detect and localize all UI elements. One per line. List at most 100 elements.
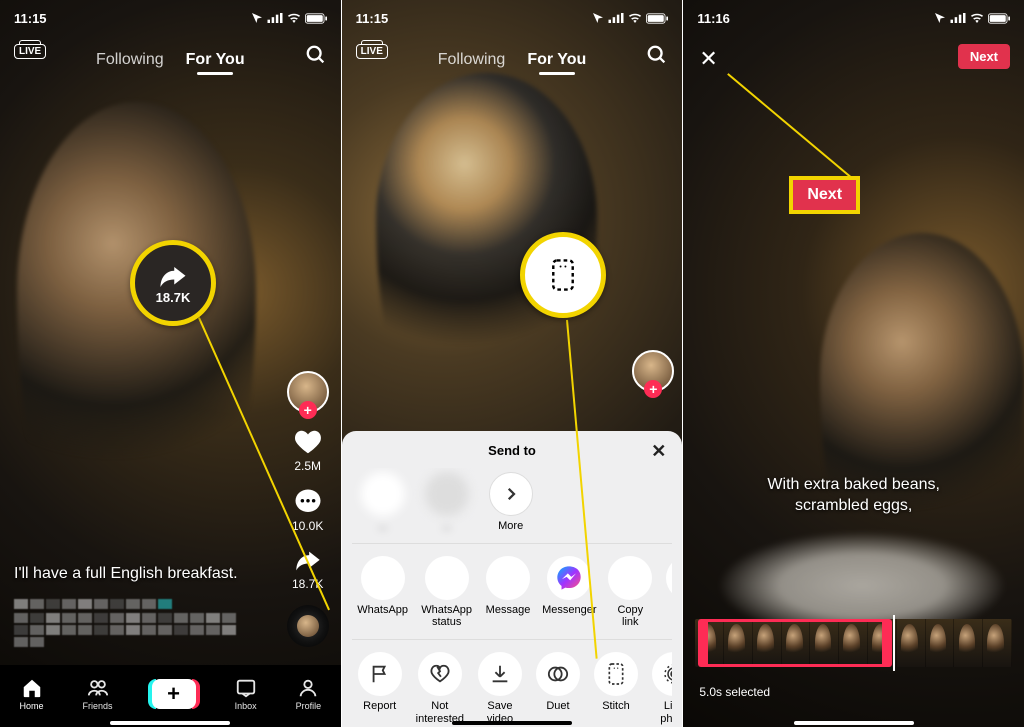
action-duet[interactable]: Duet [536,652,580,725]
nav-profile[interactable]: Profile [296,677,322,711]
share-sheet: Send to ✕ ... ... More WhatsApp WhatsApp… [342,431,683,727]
avatar[interactable]: + [287,371,329,413]
contact-blurred[interactable]: ... [358,472,408,533]
timeline-frame[interactable] [839,619,868,667]
send-to-row: ... ... More [352,468,673,543]
download-icon [478,652,522,696]
video-subtitle: With extra baked beans, scrambled eggs, [683,475,1024,517]
wifi-icon [970,13,984,23]
timeline-frame[interactable] [897,619,926,667]
timeline-frame[interactable] [983,619,1012,667]
sound-disc[interactable] [287,605,329,647]
signal-icon [950,13,966,23]
redacted-username [14,599,271,609]
search-button[interactable] [646,44,668,66]
stitch-icon [594,652,638,696]
close-button[interactable]: ✕ [699,46,717,72]
timeline-frame[interactable] [724,619,753,667]
redacted-caption [14,613,244,647]
share-message[interactable]: Message [486,556,531,629]
nav-inbox-label: Inbox [235,701,257,711]
tab-following[interactable]: Following [96,51,164,69]
timeline-frame[interactable] [954,619,983,667]
playhead[interactable] [893,615,895,671]
action-report[interactable]: Report [358,652,402,725]
nav-create[interactable]: + [152,679,196,709]
timeline[interactable] [695,619,1012,667]
share-apps-row: WhatsApp WhatsApp status Message Messeng… [352,543,673,639]
comment-button[interactable]: 10.0K [292,487,323,533]
messenger-icon [547,556,591,600]
timeline-frame[interactable] [926,619,955,667]
heart-broken-icon [418,652,462,696]
share-whatsapp-status[interactable]: WhatsApp status [422,556,472,629]
like-button[interactable]: 2.5M [292,427,324,473]
label: Report [363,700,396,713]
status-time: 11:16 [697,11,730,26]
action-not-interested[interactable]: Not interested [416,652,464,725]
close-icon[interactable]: ✕ [651,441,666,462]
disc-icon [287,605,329,647]
signal-icon [608,13,624,23]
follow-plus-icon[interactable]: + [644,380,662,398]
location-icon [934,12,946,24]
actions-row: Report Not interested Save video Duet St… [352,639,673,727]
next-button[interactable]: Next [958,44,1010,69]
label: Duet [546,700,569,713]
action-stitch[interactable]: Stitch [594,652,638,725]
label: Messenger [542,604,596,617]
wifi-icon [628,13,642,23]
status-icons [592,12,668,24]
status-icons [934,12,1010,24]
nav-friends[interactable]: Friends [83,677,113,711]
blurred-avatar-icon [361,472,405,516]
tab-for-you[interactable]: For You [186,51,245,69]
screen-2-share-sheet: 11:15 LIVE Following For You + Send to ✕… [341,0,683,727]
battery-icon [305,13,327,24]
callout-share-count: 18.7K [156,290,191,305]
search-button[interactable] [305,44,327,66]
more-label: More [498,520,523,533]
timeline-frame[interactable] [695,619,724,667]
feed-tabs: Following For You [342,40,683,80]
status-bar: 11:16 [683,0,1024,36]
blurred-avatar-icon [425,472,469,516]
home-indicator [794,721,914,725]
creator-avatar[interactable]: + [632,350,674,392]
copy-link-icon [608,556,652,600]
home-indicator [452,721,572,725]
contact-blurred[interactable]: ... [422,472,472,533]
action-live-photo[interactable]: Live photo [652,652,672,725]
battery-icon [988,13,1010,24]
share-whatsapp[interactable]: WhatsApp [358,556,408,629]
status-bar: 11:15 [0,0,341,36]
home-indicator [110,721,230,725]
callout-next-highlight: Next [789,176,860,214]
share-sms[interactable]: SMS [666,556,672,629]
nav-home[interactable]: Home [20,677,44,711]
tab-for-you[interactable]: For You [527,51,586,69]
label: Copy link [608,604,652,629]
status-time: 11:15 [14,11,47,26]
chevron-right-icon [489,472,533,516]
sms-icon [666,556,672,600]
creator-avatar[interactable]: + [287,371,329,413]
timeline-frame[interactable] [810,619,839,667]
nav-home-label: Home [20,701,44,711]
share-copy-link[interactable]: Copy link [608,556,652,629]
status-time: 11:15 [356,11,389,26]
label: Message [486,604,531,617]
timeline-frame[interactable] [782,619,811,667]
action-save-video[interactable]: Save video [478,652,522,725]
selection-duration: 5.0s selected [699,685,770,699]
sheet-header: Send to ✕ [352,443,673,458]
nav-inbox[interactable]: Inbox [235,677,257,711]
timeline-frame[interactable] [753,619,782,667]
callout-share-highlight: 18.7K [130,240,216,326]
signal-icon [267,13,283,23]
more-contacts[interactable]: More [486,472,536,533]
tab-following[interactable]: Following [438,51,506,69]
callout-stitch-highlight [520,232,606,318]
screen-1-feed: 11:15 LIVE Following For You + [0,0,341,727]
follow-plus-icon[interactable]: + [299,401,317,419]
